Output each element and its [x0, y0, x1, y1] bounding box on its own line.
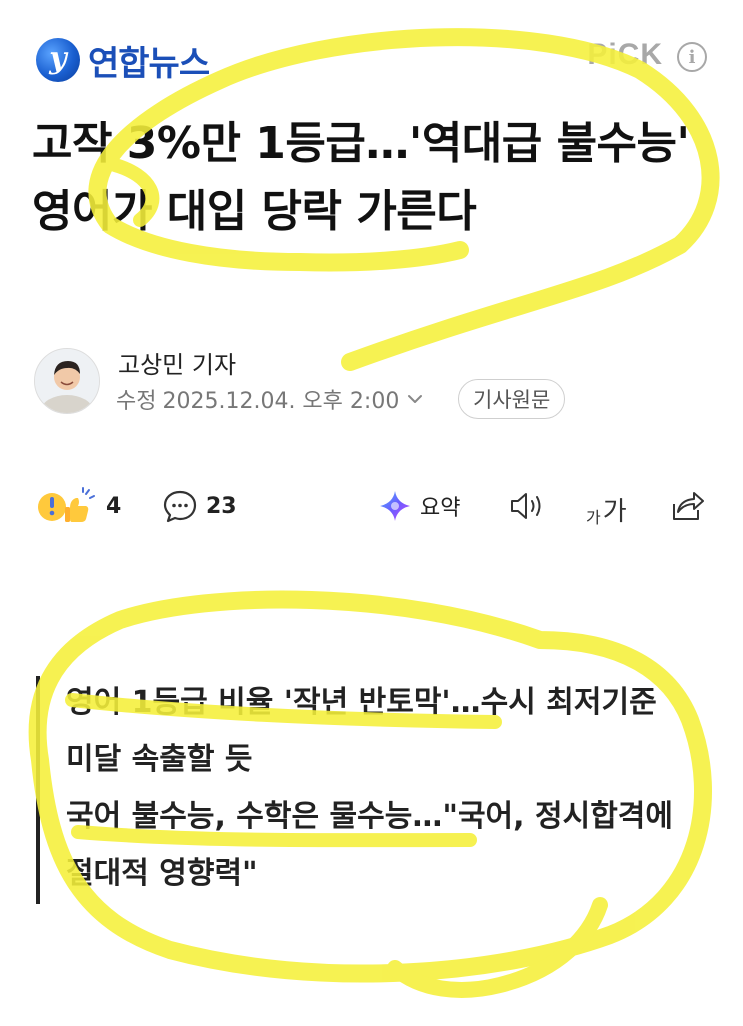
reaction-count: 4: [106, 493, 122, 519]
speaker-icon: [511, 493, 541, 519]
info-icon[interactable]: i: [677, 42, 707, 72]
comment-button[interactable]: 23: [162, 484, 237, 528]
comment-count: 23: [206, 493, 237, 519]
summary-label: 요약: [420, 496, 461, 521]
reporter-avatar[interactable]: [34, 348, 100, 414]
font-small-label: 가: [586, 508, 601, 527]
tts-button[interactable]: [508, 484, 548, 528]
share-button[interactable]: [666, 484, 706, 528]
ai-summary-icon: [380, 491, 410, 521]
summary-button[interactable]: 요약: [378, 484, 460, 528]
logo-text: 연합뉴스: [88, 43, 210, 84]
share-icon: [673, 492, 704, 520]
summary-line-1: 영어 1등급 비율 '작년 반토막'…수시 최저기준 미달 속출할 듯: [66, 685, 657, 777]
font-large-label: 가: [602, 497, 627, 527]
chevron-down-icon: [408, 395, 423, 403]
reporter-photo-icon: [35, 349, 99, 413]
reporter-name[interactable]: 고상민 기자: [118, 345, 236, 380]
original-article-button[interactable]: 기사원문: [458, 379, 566, 419]
summary-quote-bar: [36, 676, 40, 904]
summary-line-2: 국어 불수능, 수학은 물수능…"국어, 정시합격에 절대적 영향력": [66, 799, 673, 891]
logo-mark-icon: y: [36, 38, 80, 82]
pick-label[interactable]: PiCK: [587, 38, 663, 72]
modified-datetime[interactable]: 수정 2025.12.04. 오후 2:00: [116, 383, 425, 415]
logo-mark-letter: y: [49, 41, 67, 76]
font-size-button[interactable]: 가 가: [586, 484, 627, 528]
article-summary: 영어 1등급 비율 '작년 반토막'…수시 최저기준 미달 속출할 듯 국어 불…: [66, 674, 686, 902]
modified-label: 수정: [116, 389, 157, 414]
article-headline: 고작 3%만 1등급…'역대급 불수능' 영어가 대입 당락 가른다: [32, 118, 690, 237]
reaction-button[interactable]: 4: [36, 484, 121, 528]
yonhap-logo[interactable]: y 연합뉴스: [36, 34, 210, 86]
comment-bubble-icon: [163, 490, 197, 523]
reaction-emoji-icon: [38, 487, 95, 522]
modified-value: 2025.12.04. 오후 2:00: [162, 389, 400, 414]
